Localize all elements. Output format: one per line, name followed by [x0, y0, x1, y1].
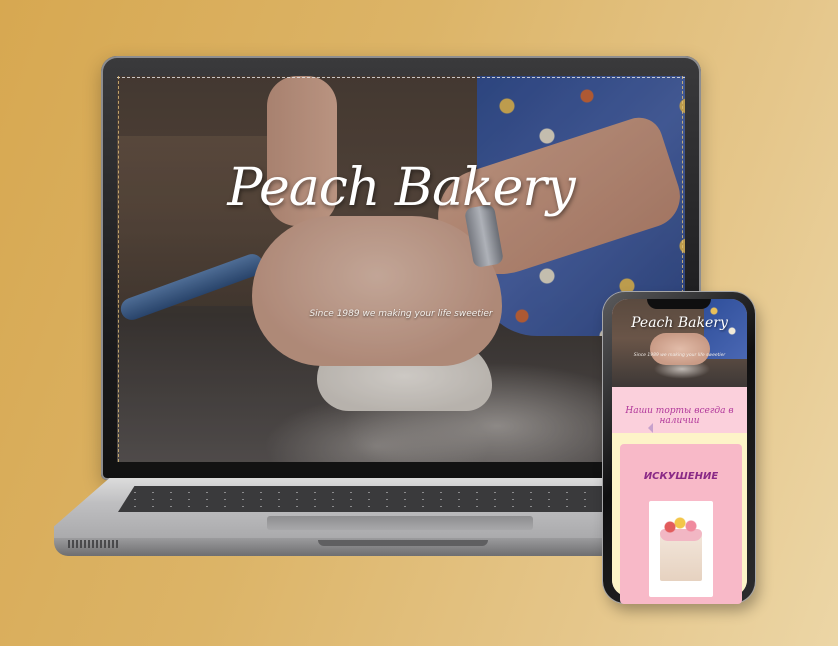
selection-guide-top	[117, 77, 685, 78]
mockup-scene: Peach Bakery Since 1989 we making your l…	[0, 0, 838, 646]
availability-heading: Наши торты всегда в наличии	[625, 406, 734, 426]
phone-notch	[647, 299, 711, 309]
site-tagline: Since 1989 we making your life sweetier	[309, 309, 493, 319]
chevron-left-icon[interactable]	[648, 423, 653, 433]
cake-topping	[664, 517, 698, 533]
laptop-trackpad	[267, 516, 533, 530]
laptop-opening-notch	[318, 540, 488, 546]
phone-site-tagline: Since 1989 we making your life sweetier	[633, 353, 726, 358]
site-title: Peach Bakery	[227, 158, 575, 218]
laptop-screen: Peach Bakery Since 1989 we making your l…	[117, 76, 685, 462]
product-card-title: ИСКУШЕНИЕ	[643, 471, 719, 482]
phone-site-title: Peach Bakery	[631, 315, 728, 331]
hero-overlay	[117, 76, 685, 462]
laptop-vent	[68, 540, 118, 548]
phone-hero-hands	[650, 333, 710, 365]
laptop-keyboard	[118, 486, 666, 512]
selection-guide-left	[118, 76, 119, 462]
